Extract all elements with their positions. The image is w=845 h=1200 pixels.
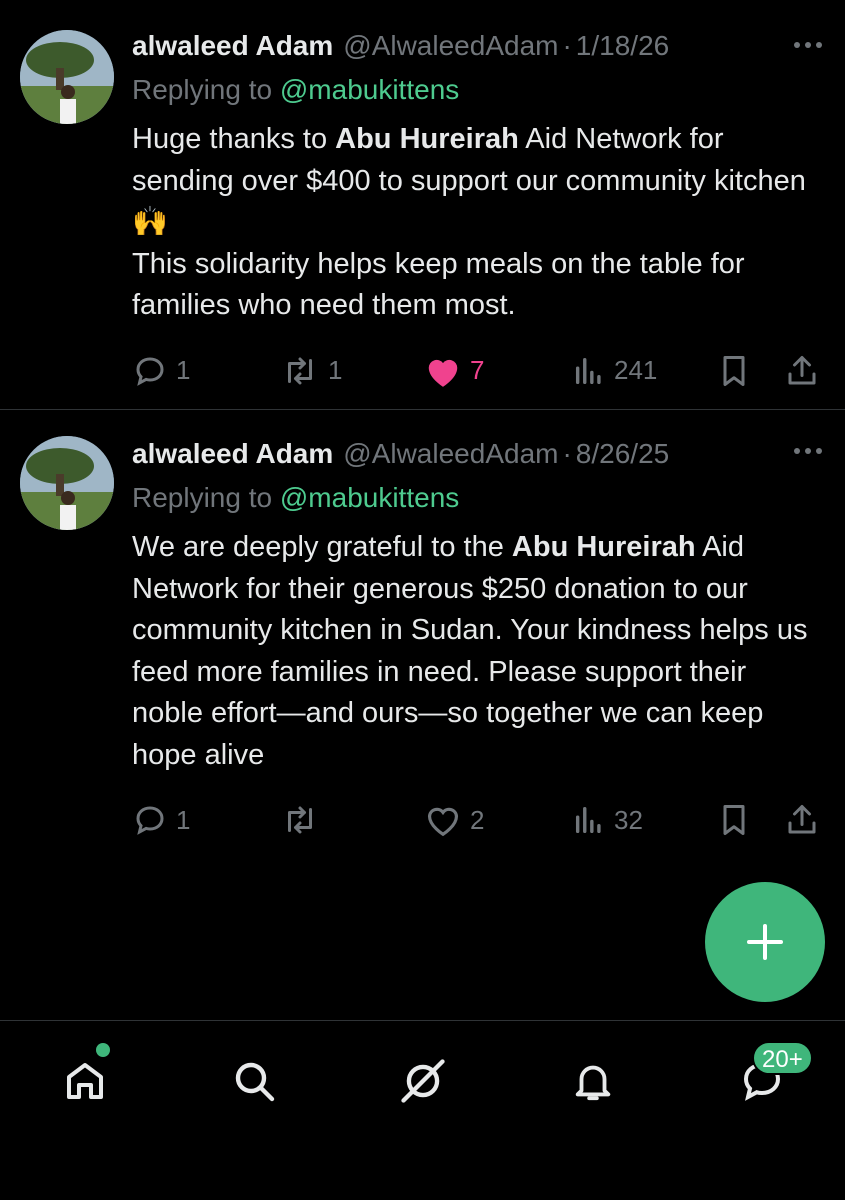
tweet-actions: 1 1 7 241: [132, 351, 823, 391]
views-button[interactable]: 32: [572, 800, 643, 840]
heart-icon: [427, 807, 459, 837]
like-button[interactable]: 2: [424, 800, 484, 840]
author-handle[interactable]: @AlwaleedAdam: [343, 436, 558, 472]
home-notification-dot: [96, 1043, 110, 1057]
tweet-text-part: We are deeply grateful to the: [132, 531, 512, 563]
tweet-date[interactable]: 8/26/25: [576, 436, 669, 472]
nav-search[interactable]: [224, 1051, 284, 1111]
plus-icon: [747, 924, 783, 960]
repost-button[interactable]: 1: [280, 351, 342, 391]
reply-button[interactable]: 1: [132, 800, 190, 840]
tweet-text-bold: Abu Hureirah: [335, 123, 519, 155]
nav-notifications[interactable]: [563, 1051, 623, 1111]
views-icon: [575, 806, 601, 834]
repost-button[interactable]: [280, 800, 328, 840]
nav-grok[interactable]: [393, 1051, 453, 1111]
author-avatar[interactable]: [20, 30, 114, 124]
tweet-text: Huge thanks to Abu Hureirah Aid Network …: [132, 119, 823, 327]
replying-to-label: Replying to: [132, 482, 280, 513]
views-button[interactable]: 241: [572, 351, 657, 391]
tweet-text: We are deeply grateful to the Abu Hureir…: [132, 527, 823, 776]
bottom-nav: 20+: [0, 1020, 845, 1200]
reply-icon: [136, 356, 164, 386]
bookmark-button[interactable]: [716, 351, 752, 391]
tweet-date[interactable]: 1/18/26: [576, 28, 669, 64]
bookmark-icon: [723, 355, 745, 386]
share-icon: [788, 805, 816, 834]
author-name[interactable]: alwaleed Adam: [132, 436, 333, 472]
like-count: 7: [470, 355, 485, 385]
tweet-1[interactable]: alwaleed Adam @AlwaleedAdam · 1/18/26 Re…: [0, 0, 845, 410]
repost-icon: [288, 806, 312, 834]
compose-button[interactable]: [705, 882, 825, 1002]
tweet-actions: 1 2 32: [132, 800, 823, 840]
like-count: 2: [470, 804, 485, 835]
view-count: 241: [614, 355, 658, 385]
repost-count: 1: [328, 355, 343, 385]
more-options-icon[interactable]: [791, 30, 825, 60]
repost-icon: [288, 357, 312, 384]
nav-home[interactable]: [55, 1051, 115, 1111]
tweet-text-part: This solidarity helps keep meals on the …: [132, 247, 745, 322]
bell-icon: [575, 1065, 611, 1101]
grok-icon: [401, 1059, 445, 1103]
author-name[interactable]: alwaleed Adam: [132, 28, 333, 64]
bookmark-button[interactable]: [716, 800, 752, 840]
reply-icon: [136, 806, 164, 835]
replying-to-line: Replying to @mabukittens: [132, 480, 823, 516]
tweet-text-bold: Abu Hureirah: [511, 531, 696, 563]
share-icon: [788, 355, 816, 384]
like-button[interactable]: 7: [424, 351, 484, 391]
messages-badge: 20+: [752, 1041, 813, 1075]
share-button[interactable]: [784, 800, 820, 840]
home-icon: [67, 1063, 103, 1099]
replying-to-label: Replying to: [132, 74, 280, 105]
replying-to-line: Replying to @mabukittens: [132, 72, 823, 108]
reply-count: 1: [176, 804, 191, 835]
reply-count: 1: [176, 355, 191, 385]
share-button[interactable]: [784, 351, 820, 391]
tweet-2[interactable]: alwaleed Adam @AlwaleedAdam · 8/26/25 Re…: [0, 410, 845, 880]
bookmark-icon: [723, 805, 745, 835]
views-icon: [575, 357, 601, 384]
tweet-text-part: Aid Network for their generous $250 dona…: [132, 531, 808, 771]
search-icon: [235, 1062, 275, 1102]
author-handle[interactable]: @AlwaleedAdam: [343, 28, 558, 64]
view-count: 32: [614, 804, 643, 835]
separator-dot: ·: [562, 30, 572, 61]
mention-link[interactable]: @mabukittens: [280, 482, 459, 513]
more-options-icon[interactable]: [791, 436, 825, 466]
reply-button[interactable]: 1: [132, 351, 190, 391]
tweet-text-part: Huge thanks to: [132, 123, 336, 155]
separator-dot: ·: [562, 438, 572, 469]
heart-filled-icon: [428, 359, 458, 387]
mention-link[interactable]: @mabukittens: [280, 74, 459, 105]
author-avatar[interactable]: [20, 436, 114, 530]
